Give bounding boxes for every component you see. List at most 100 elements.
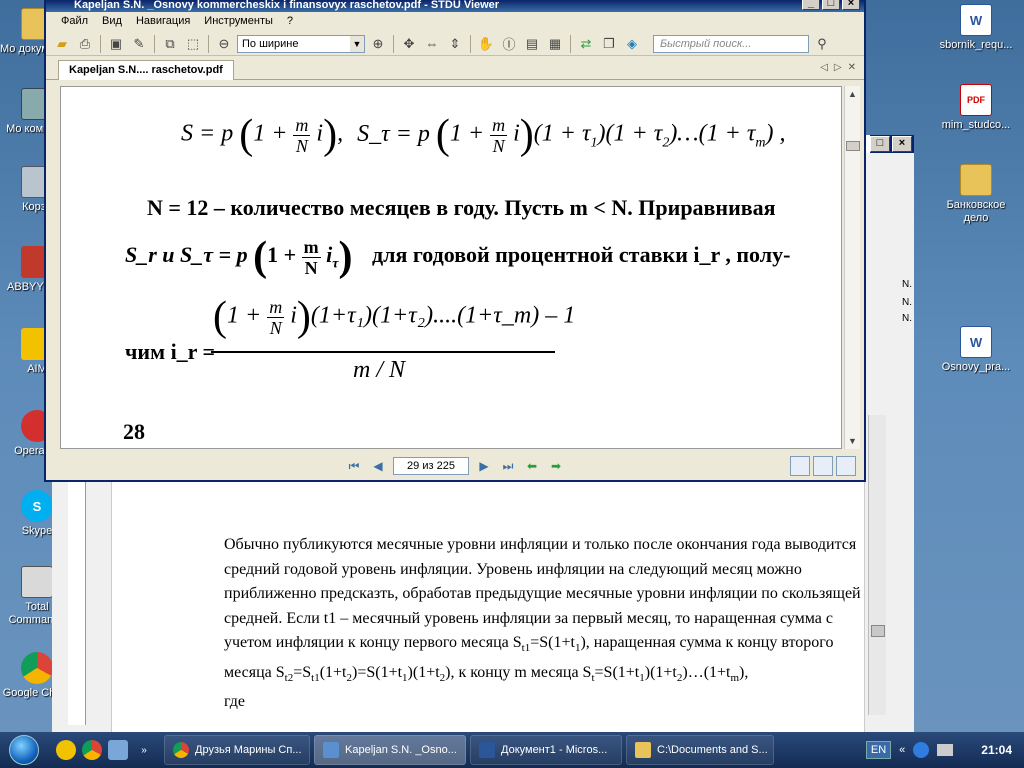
paren-open: ( bbox=[239, 112, 254, 158]
fit-width-icon[interactable]: ⇔ bbox=[422, 34, 442, 54]
word-paragraph[interactable]: Обычно публикуются месячные уровни инфля… bbox=[224, 533, 864, 715]
menu-tools[interactable]: Инструменты bbox=[197, 13, 280, 31]
language-indicator[interactable]: EN bbox=[865, 741, 892, 759]
network-icon[interactable] bbox=[937, 744, 954, 756]
desktop-icon-label: Skype bbox=[21, 525, 53, 537]
vertical-scrollbar[interactable]: ▲ ▼ bbox=[844, 86, 860, 449]
fit-height-icon[interactable]: ⇕ bbox=[445, 34, 465, 54]
chevron-left-icon[interactable]: ◁ bbox=[820, 62, 828, 73]
zoom-in-icon[interactable]: ⊕ bbox=[368, 34, 388, 54]
desktop-icon-mim-studco[interactable]: PDF mim_studco... bbox=[936, 84, 1016, 132]
chevron-right-icon[interactable]: ▷ bbox=[834, 62, 842, 73]
back-icon[interactable]: ⬅ bbox=[523, 457, 541, 475]
pages-icon[interactable]: ❐ bbox=[599, 34, 619, 54]
desktop-icon-label: Osnovy_pra... bbox=[941, 361, 1011, 373]
forward-icon[interactable]: ➡ bbox=[547, 457, 565, 475]
continuous-view-icon[interactable] bbox=[813, 456, 833, 476]
window-controls: _ □ × bbox=[802, 0, 860, 10]
fraction-m-over-n: mN bbox=[267, 296, 285, 338]
folder-icon bbox=[960, 164, 992, 196]
fit-page-icon[interactable]: ✥ bbox=[399, 34, 419, 54]
quick-search-input[interactable]: Быстрый поиск... bbox=[653, 34, 809, 53]
formula-text: S bbox=[512, 634, 522, 651]
taskbar-item-explorer[interactable]: C:\Documents and S... bbox=[626, 735, 774, 765]
taskbar-item-label: C:\Documents and S... bbox=[657, 744, 768, 756]
snapshot-icon[interactable]: ▤ bbox=[522, 34, 542, 54]
zoom-select[interactable]: По ширине ▼ bbox=[237, 34, 365, 53]
facing-view-icon[interactable] bbox=[836, 456, 856, 476]
first-page-icon[interactable]: ⏮ bbox=[345, 457, 363, 475]
next-page-icon[interactable]: ▶ bbox=[475, 457, 493, 475]
menu-help[interactable]: ? bbox=[280, 13, 300, 31]
pdf-page[interactable]: S = p (1 + mN i), S_τ = p (1 + mN i)(1 +… bbox=[60, 86, 842, 449]
zoom-out-icon[interactable]: ⊖ bbox=[214, 34, 234, 54]
floppy-icon bbox=[21, 566, 53, 598]
scroll-thumb[interactable] bbox=[846, 141, 860, 151]
clock[interactable]: 21:04 bbox=[981, 743, 1012, 757]
chevron-right-icon[interactable]: » bbox=[134, 740, 154, 760]
chevron-down-icon: ▼ bbox=[350, 35, 364, 52]
formula-sub: t1 bbox=[311, 671, 320, 684]
paren-open: ( bbox=[213, 294, 227, 340]
desktop-icon-bank-folder[interactable]: Банковское дело bbox=[936, 164, 1016, 225]
taskbar-item-word[interactable]: Документ1 - Micros... bbox=[470, 735, 622, 765]
chrome-icon[interactable] bbox=[82, 740, 102, 760]
close-tab-icon[interactable]: ✕ bbox=[848, 62, 856, 73]
text-select-icon[interactable]: Ⓘ bbox=[499, 34, 519, 54]
scroll-thumb[interactable] bbox=[871, 625, 885, 637]
show-desktop-icon[interactable] bbox=[108, 740, 128, 760]
previous-page-icon[interactable]: ◀ bbox=[369, 457, 387, 475]
desktop-icon-sbornik[interactable]: Wsbornik_requ... bbox=[936, 4, 1016, 52]
scroll-down-icon[interactable]: ▼ bbox=[845, 433, 860, 449]
binoculars-icon[interactable]: ⚲ bbox=[812, 34, 832, 54]
fraction-m-over-n: mN bbox=[293, 114, 311, 156]
image-export-icon[interactable]: ▣ bbox=[106, 34, 126, 54]
single-page-view-icon[interactable] bbox=[790, 456, 810, 476]
word-document-icon: W bbox=[960, 326, 992, 358]
scroll-up-icon[interactable]: ▲ bbox=[845, 86, 860, 102]
title-bar[interactable]: Kapeljan S.N. _Osnovy kommercheskix i fi… bbox=[46, 0, 864, 12]
word-icon bbox=[479, 742, 495, 758]
aim-icon[interactable] bbox=[56, 740, 76, 760]
menu-file[interactable]: Файл bbox=[54, 13, 95, 31]
word-vertical-scrollbar[interactable] bbox=[868, 415, 886, 715]
tab-controls: ◁ ▷ ✕ bbox=[820, 62, 856, 73]
marquee-icon[interactable]: ▦ bbox=[545, 34, 565, 54]
menu-navigation[interactable]: Навигация bbox=[129, 13, 197, 31]
page-number-input[interactable]: 29 из 225 bbox=[393, 457, 469, 475]
taskbar-item-stdu[interactable]: Kapeljan S.N. _Osno... bbox=[314, 735, 466, 765]
toolbar: ▰ ⎙ ▣ ✎ ⧉ ⬚ ⊖ По ширине ▼ ⊕ ✥ ⇔ ⇕ ✋ Ⓘ ▤ ▦… bbox=[46, 32, 864, 56]
page-text-line: N = 12 – количество месяцев в году. Пуст… bbox=[147, 195, 776, 220]
tab-document[interactable]: Kapeljan S.N.... raschetov.pdf bbox=[58, 60, 234, 80]
chevron-left-icon[interactable]: « bbox=[899, 744, 905, 756]
fraction-bar bbox=[211, 351, 555, 353]
side-label: N. bbox=[902, 313, 912, 324]
close-button[interactable]: × bbox=[892, 136, 912, 152]
last-page-icon[interactable]: ⏭ bbox=[499, 457, 517, 475]
print-icon[interactable]: ⎙ bbox=[75, 34, 95, 54]
desktop-icon-osnovy[interactable]: W Osnovy_pra... bbox=[936, 326, 1016, 374]
rotate-icon[interactable]: ⇄ bbox=[576, 34, 596, 54]
update-icon[interactable]: ◈ bbox=[622, 34, 642, 54]
hand-tool-icon[interactable]: ✋ bbox=[476, 34, 496, 54]
start-button[interactable] bbox=[0, 732, 48, 768]
minimize-button[interactable]: _ bbox=[802, 0, 820, 10]
paren-close: ) bbox=[323, 112, 338, 158]
info-icon[interactable] bbox=[913, 742, 930, 758]
menu-view[interactable]: Вид bbox=[95, 13, 129, 31]
desktop-icon-label: Банковское дело bbox=[946, 199, 1006, 224]
page-indicator: 29 из 225 bbox=[407, 460, 455, 472]
select-icon[interactable]: ⬚ bbox=[183, 34, 203, 54]
open-folder-icon[interactable]: ▰ bbox=[52, 34, 72, 54]
taskbar-item-chrome[interactable]: Друзья Марины Сп... bbox=[164, 735, 310, 765]
maximize-button[interactable]: □ bbox=[822, 0, 840, 10]
close-button[interactable]: × bbox=[842, 0, 860, 10]
restore-button[interactable]: □ bbox=[870, 136, 890, 152]
copy-icon[interactable]: ⧉ bbox=[160, 34, 180, 54]
separator bbox=[570, 34, 571, 53]
page-text: для годовой процентной ставки i_r , полу… bbox=[371, 242, 791, 268]
page-text: чим i_r = bbox=[125, 339, 216, 364]
settings-icon[interactable]: ✎ bbox=[129, 34, 149, 54]
side-label: N. bbox=[902, 279, 912, 290]
formula-text: S_τ = p bbox=[357, 120, 430, 147]
